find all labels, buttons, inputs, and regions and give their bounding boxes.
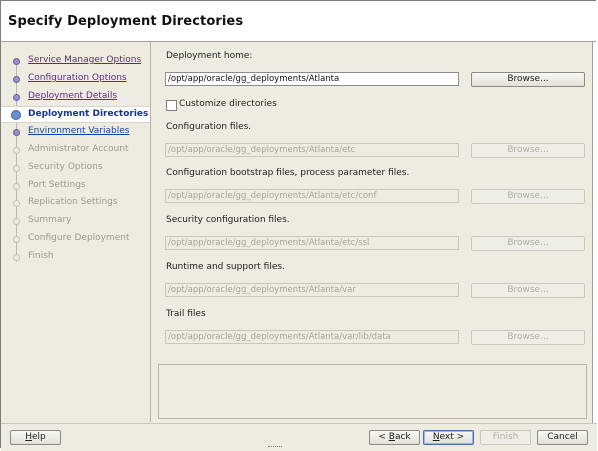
deployment-home-label: Deployment home: <box>166 51 253 61</box>
step-label: Administrator Account <box>28 144 129 154</box>
step-configuration-options[interactable]: Configuration Options <box>1 71 150 87</box>
runtime-files-field: /opt/app/oracle/gg_deployments/Atlanta/v… <box>165 283 459 297</box>
next-label: ext > <box>439 432 465 442</box>
configuration-files-field: /opt/app/oracle/gg_deployments/Atlanta/e… <box>165 143 459 157</box>
step-done-icon <box>13 58 20 65</box>
finish-button: Finish <box>480 430 531 445</box>
step-service-manager-options[interactable]: Service Manager Options <box>1 53 150 69</box>
step-available-icon <box>13 129 20 136</box>
security-files-browse-button: Browse... <box>471 236 585 251</box>
step-label: Configure Deployment <box>28 233 130 243</box>
next-button[interactable]: Next > <box>423 430 474 445</box>
trail-files-label: Trail files <box>166 309 206 319</box>
cancel-button[interactable]: Cancel <box>537 430 588 445</box>
step-done-icon <box>13 94 20 101</box>
step-label: Security Options <box>28 162 103 172</box>
step-pending-icon <box>13 147 20 154</box>
step-current-icon <box>11 110 21 120</box>
customize-directories-checkbox[interactable] <box>166 100 177 111</box>
page-title: Specify Deployment Directories <box>8 14 244 29</box>
bootstrap-files-field: /opt/app/oracle/gg_deployments/Atlanta/e… <box>165 189 459 203</box>
step-security-options: Security Options <box>1 160 150 176</box>
step-pending-icon <box>13 236 20 243</box>
step-pending-icon <box>13 200 20 207</box>
deployment-home-browse-button[interactable]: Browse... <box>471 72 585 87</box>
step-label: Configuration Options <box>28 73 127 83</box>
help-label: elp <box>32 432 46 442</box>
window-right-border <box>592 42 598 423</box>
help-mnemonic: H <box>25 432 32 442</box>
step-finish: Finish <box>1 249 150 265</box>
bootstrap-files-browse-button: Browse... <box>471 189 585 204</box>
deployment-home-field[interactable]: /opt/app/oracle/gg_deployments/Atlanta <box>165 72 459 86</box>
step-pending-icon <box>13 218 20 225</box>
step-label: Environment Variables <box>28 126 130 136</box>
step-label: Port Settings <box>28 180 86 190</box>
step-pending-icon <box>13 254 20 261</box>
step-configure-deployment: Configure Deployment <box>1 231 150 247</box>
step-environment-variables[interactable]: Environment Variables <box>1 124 150 140</box>
message-panel <box>158 364 587 419</box>
step-port-settings: Port Settings <box>1 178 150 194</box>
step-replication-settings: Replication Settings <box>1 195 150 211</box>
wizard-footer: Help < Back Next > Finish Cancel <box>1 423 597 451</box>
help-button[interactable]: Help <box>10 430 61 445</box>
step-label: Replication Settings <box>28 197 118 207</box>
trail-files-browse-button: Browse... <box>471 330 585 345</box>
step-label: Deployment Directories <box>28 109 149 119</box>
step-done-icon <box>13 76 20 83</box>
step-label: Deployment Details <box>28 91 118 101</box>
bootstrap-files-label: Configuration bootstrap files, process p… <box>166 168 410 178</box>
next-mnemonic: N <box>432 432 440 442</box>
step-pending-icon <box>13 165 20 172</box>
security-files-label: Security configuration files. <box>166 215 290 225</box>
configuration-files-label: Configuration files. <box>166 122 252 132</box>
step-summary: Summary <box>1 213 150 229</box>
resize-grip[interactable] <box>268 446 282 450</box>
configuration-files-browse-button: Browse... <box>471 143 585 158</box>
step-pending-icon <box>13 183 20 190</box>
page-header: Specify Deployment Directories <box>1 1 596 42</box>
back-label: ack <box>394 432 411 442</box>
step-label: Service Manager Options <box>28 55 142 65</box>
runtime-files-label: Runtime and support files. <box>166 262 285 272</box>
wizard-step-navigator: Service Manager Options Configuration Op… <box>1 42 151 422</box>
step-label: Summary <box>28 215 72 225</box>
security-files-field: /opt/app/oracle/gg_deployments/Atlanta/e… <box>165 236 459 250</box>
step-deployment-directories[interactable]: Deployment Directories <box>1 106 150 123</box>
step-label: Finish <box>28 251 54 261</box>
trail-files-field: /opt/app/oracle/gg_deployments/Atlanta/v… <box>165 330 459 344</box>
runtime-files-browse-button: Browse... <box>471 283 585 298</box>
customize-directories-label: Customize directories <box>179 99 277 109</box>
back-arrow: < <box>378 432 389 442</box>
back-button[interactable]: < Back <box>369 430 420 445</box>
step-deployment-details[interactable]: Deployment Details <box>1 89 150 105</box>
step-administrator-account: Administrator Account <box>1 142 150 158</box>
